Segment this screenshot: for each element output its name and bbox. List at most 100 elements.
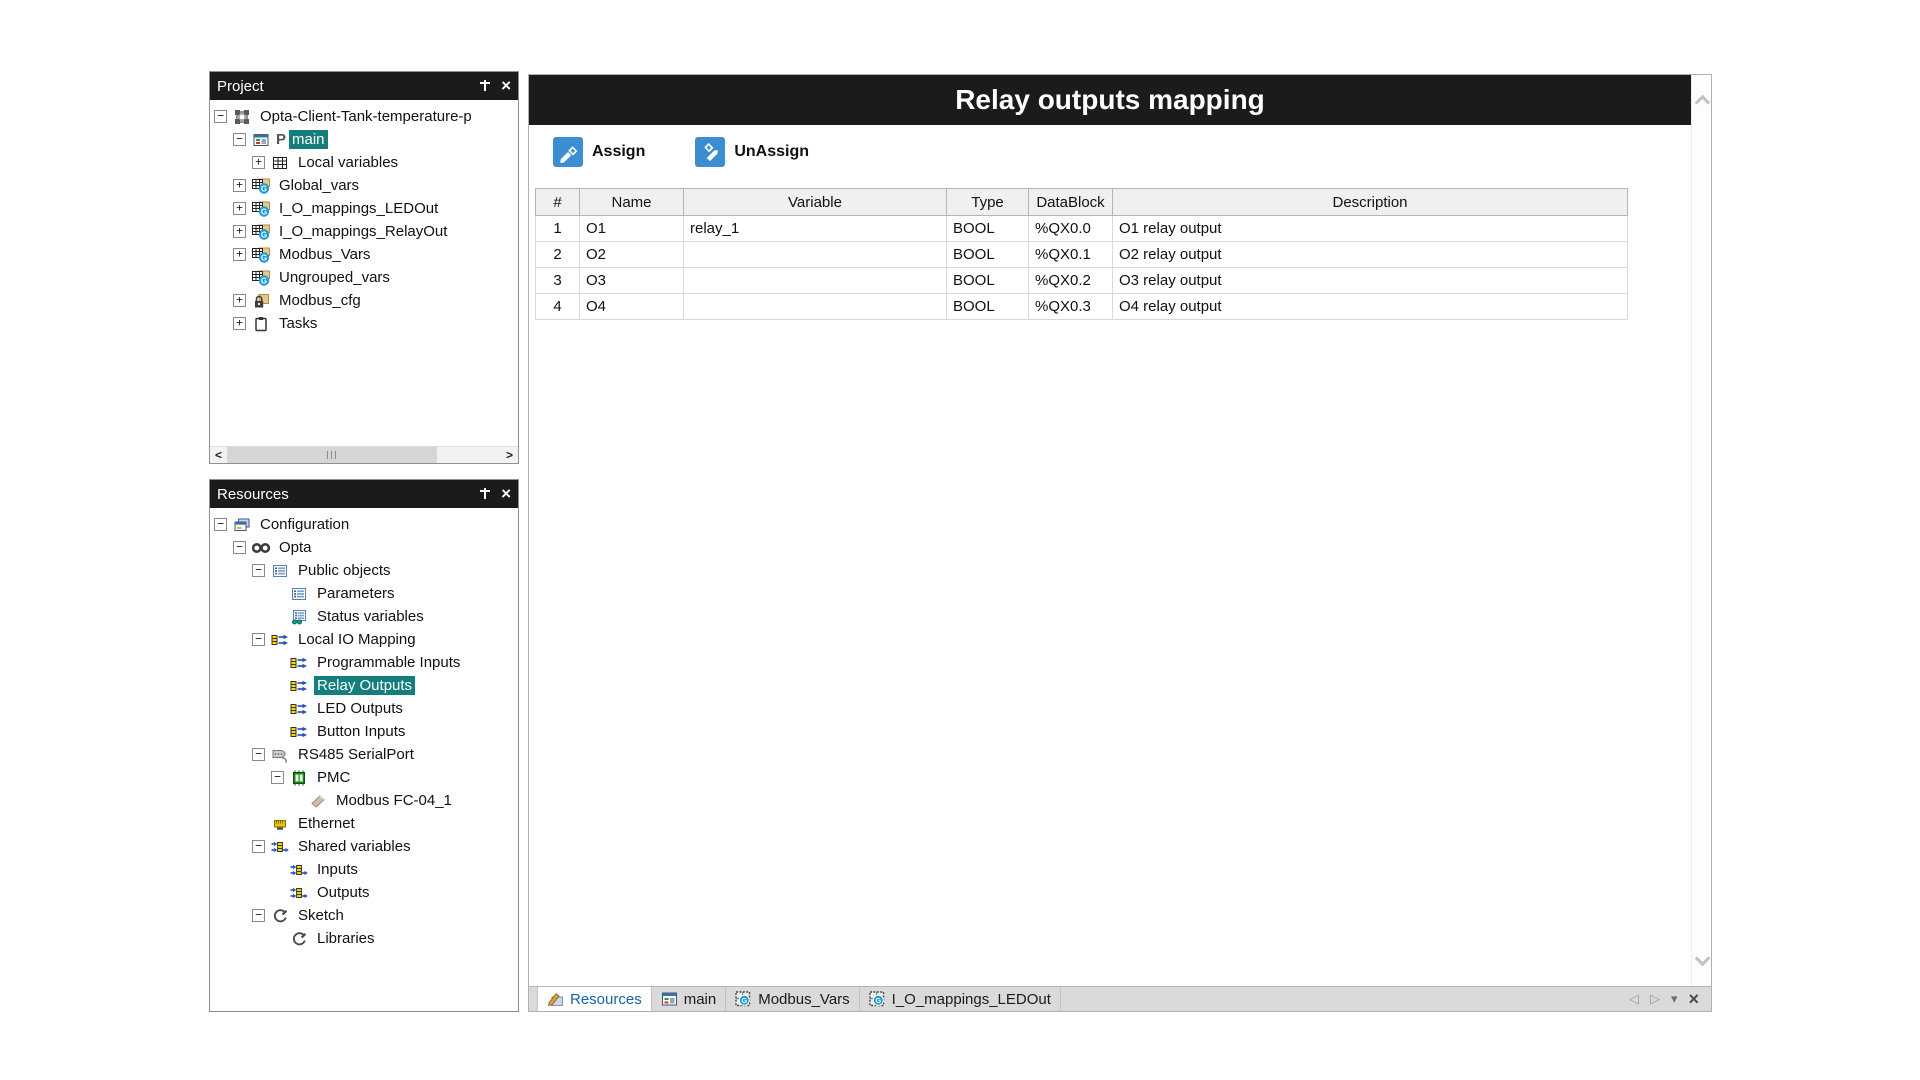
expand-minus-icon[interactable]: − [252, 840, 265, 853]
tree-node-relay-outputs[interactable]: Relay Outputs [210, 674, 518, 697]
expand-plus-icon[interactable]: + [233, 179, 246, 192]
expand-minus-icon[interactable]: − [214, 518, 227, 531]
cell-type[interactable]: BOOL [947, 242, 1029, 268]
tree-node-sketch[interactable]: −Sketch [210, 904, 518, 927]
tree-node-modbus-vars[interactable]: +GModbus_Vars [210, 243, 518, 266]
scroll-up-icon[interactable] [1695, 95, 1711, 111]
tab-list-icon[interactable] [1671, 991, 1678, 1007]
tree-node-rs485-serialport[interactable]: −RS485 SerialPort [210, 743, 518, 766]
cell-[interactable]: 1 [536, 216, 580, 242]
cell-variable[interactable]: relay_1 [684, 216, 947, 242]
tree-node-status-variables[interactable]: Status variables [210, 605, 518, 628]
tree-node-configuration[interactable]: −Configuration [210, 513, 518, 536]
tree-label: Status variables [314, 607, 427, 626]
tree-node-opta[interactable]: −Opta [210, 536, 518, 559]
cell-variable[interactable] [684, 294, 947, 320]
cell-name[interactable]: O2 [580, 242, 684, 268]
expand-minus-icon[interactable]: − [252, 909, 265, 922]
tree-node-libraries[interactable]: Libraries [210, 927, 518, 950]
cell-description[interactable]: O2 relay output [1113, 242, 1628, 268]
tree-node-opta-client-tank-temperature-p[interactable]: −Opta-Client-Tank-temperature-p [210, 105, 518, 128]
vertical-scrollbar[interactable] [1691, 75, 1711, 986]
scroll-down-icon[interactable] [1695, 951, 1711, 967]
tree-node-outputs[interactable]: Outputs [210, 881, 518, 904]
tree-node-public-objects[interactable]: −Public objects [210, 559, 518, 582]
expand-plus-icon[interactable]: + [233, 317, 246, 330]
close-icon[interactable]: × [501, 79, 511, 93]
tree-node-ungrouped-vars[interactable]: GUngrouped_vars [210, 266, 518, 289]
expand-minus-icon[interactable]: − [233, 541, 246, 554]
tree-node-button-inputs[interactable]: Button Inputs [210, 720, 518, 743]
pin-icon[interactable] [478, 79, 492, 93]
tree-label: Global_vars [276, 176, 362, 195]
cell-[interactable]: 3 [536, 268, 580, 294]
tree-node-ethernet[interactable]: Ethernet [210, 812, 518, 835]
cell-[interactable]: 4 [536, 294, 580, 320]
tab-i-o-mappings-ledout[interactable]: GI_O_mappings_LEDOut [860, 987, 1061, 1011]
expand-plus-icon[interactable]: + [233, 248, 246, 261]
cell-description[interactable]: O3 relay output [1113, 268, 1628, 294]
tree-label: I_O_mappings_LEDOut [276, 199, 441, 218]
tree-node-main[interactable]: −Pmain [210, 128, 518, 151]
tree-node-pmc[interactable]: −PMC [210, 766, 518, 789]
scroll-left-icon[interactable] [210, 447, 227, 463]
scrollbar-thumb[interactable] [227, 447, 437, 463]
scrollbar-track[interactable] [437, 447, 501, 463]
scroll-right-icon[interactable] [501, 447, 518, 463]
cell-[interactable]: 2 [536, 242, 580, 268]
tree-node-modbus-cfg[interactable]: +Modbus_cfg [210, 289, 518, 312]
tree-node-parameters[interactable]: Parameters [210, 582, 518, 605]
tab-modbus-vars[interactable]: GModbus_Vars [726, 987, 859, 1011]
cell-type[interactable]: BOOL [947, 268, 1029, 294]
tree-label: Programmable Inputs [314, 653, 463, 672]
tree-node-tasks[interactable]: +Tasks [210, 312, 518, 335]
expand-plus-icon[interactable]: + [252, 156, 265, 169]
pin-icon[interactable] [478, 487, 492, 501]
tree-node-local-io-mapping[interactable]: −Local IO Mapping [210, 628, 518, 651]
expand-minus-icon[interactable]: − [252, 748, 265, 761]
expand-minus-icon[interactable]: − [271, 771, 284, 784]
expand-minus-icon[interactable]: − [214, 110, 227, 123]
expand-plus-icon[interactable]: + [233, 202, 246, 215]
cell-type[interactable]: BOOL [947, 216, 1029, 242]
cell-name[interactable]: O4 [580, 294, 684, 320]
cell-datablock[interactable]: %QX0.2 [1029, 268, 1113, 294]
tree-node-inputs[interactable]: Inputs [210, 858, 518, 881]
assign-button[interactable]: Assign [553, 137, 645, 167]
cell-datablock[interactable]: %QX0.1 [1029, 242, 1113, 268]
expand-minus-icon[interactable]: − [233, 133, 246, 146]
cell-datablock[interactable]: %QX0.0 [1029, 216, 1113, 242]
tree-node-led-outputs[interactable]: LED Outputs [210, 697, 518, 720]
tree-node-modbus-fc-04-1[interactable]: Modbus FC-04_1 [210, 789, 518, 812]
expand-minus-icon[interactable]: − [252, 564, 265, 577]
tree-node-i-o-mappings-relayout[interactable]: +GI_O_mappings_RelayOut [210, 220, 518, 243]
cell-variable[interactable] [684, 268, 947, 294]
tree-node-programmable-inputs[interactable]: Programmable Inputs [210, 651, 518, 674]
expand-plus-icon[interactable]: + [233, 294, 246, 307]
expand-minus-icon[interactable]: − [252, 633, 265, 646]
tab-resources[interactable]: Resources [537, 987, 652, 1011]
cell-type[interactable]: BOOL [947, 294, 1029, 320]
resources-tab-icon [547, 991, 564, 1007]
tab-main[interactable]: main [652, 987, 727, 1011]
close-tab-icon[interactable] [1688, 993, 1699, 1005]
global-vars-icon: G [251, 178, 271, 194]
next-tab-icon[interactable] [1650, 991, 1660, 1007]
cell-description[interactable]: O4 relay output [1113, 294, 1628, 320]
unassign-button[interactable]: UnAssign [695, 137, 809, 167]
prev-tab-icon[interactable] [1629, 991, 1639, 1007]
cell-name[interactable]: O1 [580, 216, 684, 242]
tree-node-shared-variables[interactable]: −Shared variables [210, 835, 518, 858]
cell-variable[interactable] [684, 242, 947, 268]
close-icon[interactable]: × [501, 487, 511, 501]
global-vars-icon: G [251, 247, 271, 263]
cell-datablock[interactable]: %QX0.3 [1029, 294, 1113, 320]
tree-node-i-o-mappings-ledout[interactable]: +GI_O_mappings_LEDOut [210, 197, 518, 220]
editor-area: Relay outputs mapping Assign UnAssign #N… [528, 74, 1712, 1012]
expand-plus-icon[interactable]: + [233, 225, 246, 238]
cell-description[interactable]: O1 relay output [1113, 216, 1628, 242]
tree-node-global-vars[interactable]: + G Global_vars [210, 174, 518, 197]
tree-node-local-variables[interactable]: +Local variables [210, 151, 518, 174]
project-horizontal-scrollbar[interactable] [210, 446, 518, 463]
cell-name[interactable]: O3 [580, 268, 684, 294]
